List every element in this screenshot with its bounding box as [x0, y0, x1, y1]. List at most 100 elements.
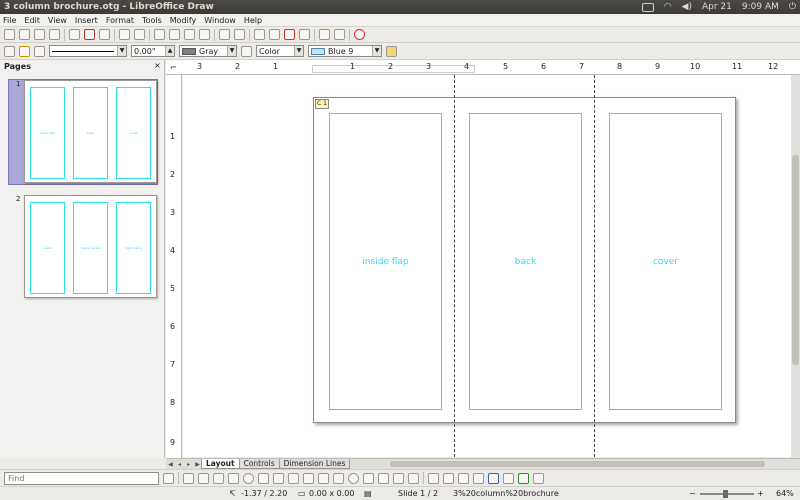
brochure-page[interactable]: inside flap back cover — [313, 97, 736, 423]
menu-view[interactable]: View — [48, 16, 67, 25]
ruler-tab-icon[interactable]: ⌐ — [170, 63, 177, 72]
horizontal-scroll-thumb[interactable] — [390, 461, 765, 467]
menu-edit[interactable]: Edit — [24, 16, 40, 25]
clone-format-icon[interactable] — [199, 29, 210, 40]
tab-dimension-lines[interactable]: Dimension Lines — [278, 459, 351, 469]
prev-tab-icon[interactable]: ◂ — [175, 460, 184, 469]
tab-controls[interactable]: Controls — [238, 459, 280, 469]
flowchart-icon[interactable] — [378, 472, 389, 484]
find-down-icon[interactable] — [163, 472, 174, 484]
column-inside-flap[interactable]: inside flap — [329, 113, 442, 410]
chevron-down-icon[interactable]: ▼ — [227, 46, 236, 56]
shadow-toggle-icon[interactable] — [533, 472, 544, 484]
line-color-select[interactable]: Gray ▼ — [179, 45, 237, 57]
drawing-canvas[interactable]: inside flap back cover C 1 — [183, 75, 791, 457]
mail-icon[interactable] — [641, 2, 654, 12]
chart-icon[interactable] — [284, 29, 295, 40]
zoom-in-icon[interactable]: + — [757, 489, 764, 498]
arrow-style-icon[interactable] — [34, 45, 45, 57]
save-icon[interactable] — [34, 29, 45, 40]
arrange-icon[interactable] — [518, 472, 529, 484]
helplines-icon[interactable] — [269, 29, 280, 40]
find-input[interactable] — [4, 471, 159, 485]
paste-icon[interactable] — [184, 29, 195, 40]
page-thumb-1[interactable]: inside flap back cover — [24, 80, 157, 183]
doc-modified-icon[interactable]: ▤ — [364, 489, 372, 498]
arrow-line-icon[interactable] — [213, 472, 224, 484]
copy-icon[interactable] — [169, 29, 180, 40]
zoom-slider-knob[interactable] — [723, 490, 728, 498]
glue-points-icon[interactable] — [443, 472, 454, 484]
text-icon[interactable] — [258, 472, 269, 484]
select-arrow-icon[interactable] — [183, 472, 194, 484]
open-icon[interactable] — [19, 29, 30, 40]
power-icon[interactable]: ⏻ — [789, 2, 796, 12]
cut-icon[interactable] — [154, 29, 165, 40]
navigator-icon[interactable] — [354, 29, 365, 40]
menu-window[interactable]: Window — [204, 16, 236, 25]
email-icon[interactable] — [49, 29, 60, 40]
next-tab-icon[interactable]: ▸ — [184, 460, 193, 469]
align-icon[interactable] — [503, 472, 514, 484]
connector-icon[interactable] — [303, 472, 314, 484]
callouts-icon[interactable] — [393, 472, 404, 484]
page-thumb-2[interactable]: inside inside center right inside — [24, 195, 157, 298]
redo-icon[interactable] — [234, 29, 245, 40]
menu-format[interactable]: Format — [106, 16, 134, 25]
curve-icon[interactable] — [288, 472, 299, 484]
line-width-field[interactable]: 0.00" ▲ — [131, 45, 175, 57]
zoom-level[interactable]: 64% — [776, 489, 794, 498]
menu-tools[interactable]: Tools — [142, 16, 162, 25]
date-label[interactable]: Apr 21 — [702, 2, 732, 12]
shadow-icon[interactable] — [386, 45, 397, 57]
horizontal-ruler[interactable]: ⌐ 3 2 1 1 2 3 4 5 6 7 8 9 10 11 12 — [166, 60, 800, 75]
new-icon[interactable] — [4, 29, 15, 40]
basic-shapes-icon[interactable] — [333, 472, 344, 484]
points-icon[interactable] — [428, 472, 439, 484]
zoom-icon[interactable] — [334, 29, 345, 40]
stars-icon[interactable] — [408, 472, 419, 484]
export-pdf-icon[interactable] — [84, 29, 95, 40]
close-icon[interactable]: × — [154, 61, 161, 70]
grid-icon[interactable] — [254, 29, 265, 40]
edit-file-icon[interactable] — [69, 29, 80, 40]
wifi-icon[interactable]: ◠ — [664, 2, 672, 12]
lines-arrows-icon[interactable] — [318, 472, 329, 484]
line-tool-icon[interactable] — [198, 472, 209, 484]
column-cover[interactable]: cover — [609, 113, 722, 410]
rectangle-icon[interactable] — [228, 472, 239, 484]
zoom-out-icon[interactable]: − — [689, 489, 696, 498]
line-icon[interactable] — [4, 45, 15, 57]
vertical-scroll-thumb[interactable] — [792, 155, 799, 365]
symbol-shapes-icon[interactable] — [348, 472, 359, 484]
column-back[interactable]: back — [469, 113, 582, 410]
block-arrows-icon[interactable] — [363, 472, 374, 484]
area-icon[interactable] — [19, 45, 30, 57]
tab-layout[interactable]: Layout — [201, 459, 240, 469]
spellcheck-icon[interactable] — [119, 29, 130, 40]
gallery-icon[interactable] — [473, 472, 484, 484]
comment-badge[interactable]: C 1 — [315, 99, 329, 109]
print-icon[interactable] — [99, 29, 110, 40]
clock-label[interactable]: 9:09 AM — [742, 2, 779, 12]
menu-modify[interactable]: Modify — [170, 16, 197, 25]
fontwork-icon[interactable] — [273, 472, 284, 484]
vertical-ruler[interactable]: 1 2 3 4 5 6 7 8 9 — [166, 75, 182, 458]
chevron-down-icon[interactable]: ▼ — [117, 46, 126, 56]
undo-icon[interactable] — [219, 29, 230, 40]
fold-guide-line[interactable] — [594, 75, 595, 457]
ellipse-icon[interactable] — [243, 472, 254, 484]
sound-icon[interactable]: ◀) — [682, 2, 692, 12]
line-style-select[interactable]: ▼ — [49, 45, 127, 57]
first-tab-icon[interactable]: ◀ — [166, 460, 175, 469]
area-color-select[interactable]: Blue 9 ▼ — [308, 45, 382, 57]
spin-icon[interactable]: ▲ — [165, 46, 174, 56]
extrusion-icon[interactable] — [488, 472, 499, 484]
menu-insert[interactable]: Insert — [75, 16, 98, 25]
fold-guide-line[interactable] — [454, 75, 455, 457]
draw-functions-icon[interactable] — [319, 29, 330, 40]
table-icon[interactable] — [299, 29, 310, 40]
autospell-icon[interactable] — [134, 29, 145, 40]
chevron-down-icon[interactable]: ▼ — [294, 46, 303, 56]
area-style-select[interactable]: Color ▼ — [256, 45, 304, 57]
